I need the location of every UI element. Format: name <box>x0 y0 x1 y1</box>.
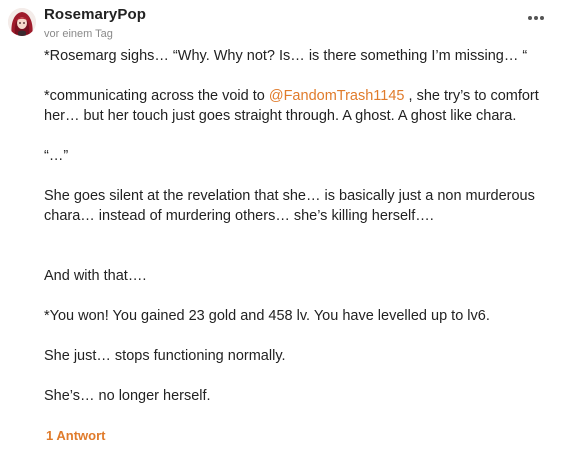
comment-body: *Rosemarg sighs… “Why. Why not? Is… is t… <box>44 46 559 406</box>
avatar-red-hair-icon <box>8 8 36 36</box>
comment-paragraph: And with that…. <box>44 268 147 284</box>
comment-paragraph: She just… stops functioning normally. <box>44 348 286 364</box>
more-options-button[interactable] <box>524 10 548 26</box>
comment-text: *communicating across the void to <box>44 88 269 104</box>
comment: RosemaryPop vor einem Tag *Rosemarg sigh… <box>0 0 569 451</box>
comment-paragraph: She goes silent at the revelation that s… <box>44 188 535 224</box>
comment-paragraph: *You won! You gained 23 gold and 458 lv.… <box>44 308 490 324</box>
comment-paragraph: *communicating across the void to @Fando… <box>44 86 559 126</box>
avatar[interactable] <box>8 8 36 36</box>
timestamp: vor einem Tag <box>44 28 113 40</box>
user-mention-link[interactable]: @FandomTrash1145 <box>269 88 405 104</box>
replies-link[interactable]: 1 Antwort <box>46 428 105 443</box>
more-options-icon <box>528 16 544 20</box>
comment-paragraph: *Rosemarg sighs… “Why. Why not? Is… is t… <box>44 48 528 64</box>
comment-paragraph: “…” <box>44 148 69 164</box>
username[interactable]: RosemaryPop <box>44 6 146 23</box>
comment-paragraph: She’s… no longer herself. <box>44 388 211 404</box>
